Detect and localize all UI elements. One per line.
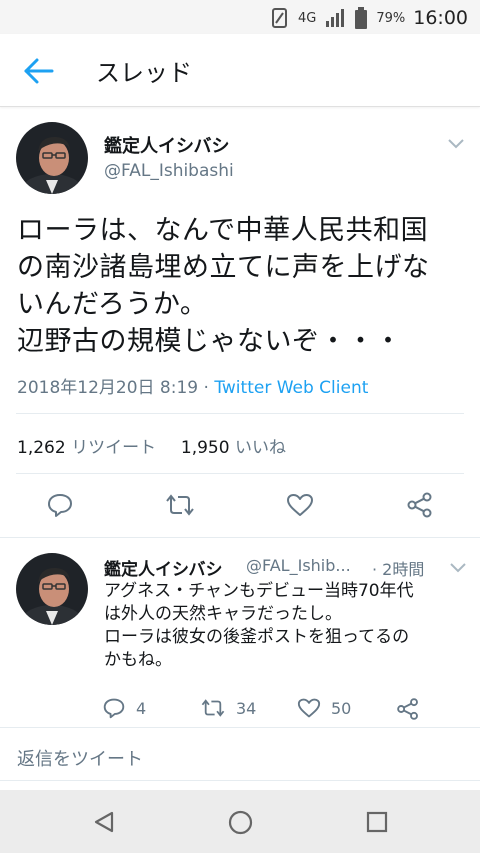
tweet-text-line: いんだろうか。 — [17, 289, 208, 320]
tweet-text: ローラは、なんで中華人民共和国 の南沙諸島埋め立てに声を上げな いんだろうか。 … — [17, 212, 467, 360]
retweet-icon[interactable] — [164, 493, 196, 517]
avatar[interactable] — [16, 122, 88, 194]
reply-text-line: かもね。 — [104, 650, 172, 670]
meta-separator: · — [203, 378, 209, 398]
like-count[interactable]: 1,950 — [181, 438, 230, 458]
battery-icon — [355, 7, 368, 29]
tweet-text-line: ローラは、なんで中華人民共和国 — [17, 215, 429, 246]
share-icon[interactable] — [396, 697, 420, 721]
like-count: 50 — [331, 698, 352, 718]
clock: 16:00 — [413, 7, 468, 29]
author-name[interactable]: 鑑定人イシバシ — [104, 132, 229, 158]
system-nav-bar — [0, 790, 480, 853]
reply-count: 4 — [136, 698, 147, 718]
reply-text-line: は外人の天然キャラだったし。 — [104, 604, 342, 624]
reply-timestamp: · 2時間 — [372, 560, 425, 579]
vibrate-icon — [271, 8, 287, 28]
reply-text-line: アグネス・チャンもデビュー当時70年代 — [104, 581, 414, 601]
app-bar: スレッド — [0, 34, 480, 107]
chevron-down-icon[interactable] — [447, 138, 465, 150]
tweet-stats: 1,262 リツイート 1,950 いいね — [17, 433, 286, 458]
reply-icon[interactable] — [102, 697, 126, 719]
network-type: 4G — [297, 10, 317, 26]
arrow-left-icon[interactable] — [22, 56, 56, 86]
divider — [0, 537, 480, 538]
author-handle[interactable]: @FAL_Ishibashi — [104, 161, 234, 181]
tweet-text-line: の南沙諸島埋め立てに声を上げな — [17, 252, 430, 283]
heart-icon[interactable] — [297, 697, 321, 719]
reply-text-line: ローラは彼女の後釜ポストを狙ってるの — [104, 627, 410, 647]
reply-compose-input[interactable]: 返信をツイート — [17, 745, 143, 771]
avatar[interactable] — [16, 553, 88, 625]
share-icon[interactable] — [406, 491, 434, 519]
tweet-date: 2018年12月20日 8:19 — [17, 378, 199, 398]
like-action[interactable]: 50 — [297, 697, 351, 719]
retweet-count[interactable]: 1,262 — [17, 438, 66, 458]
divider — [0, 780, 480, 781]
retweet-action[interactable]: 34 — [200, 698, 256, 718]
retweet-icon[interactable] — [200, 698, 226, 718]
recents-square-icon[interactable] — [366, 811, 388, 833]
page-title: スレッド — [96, 59, 192, 87]
tweet-meta: 2018年12月20日 8:19 · Twitter Web Client — [17, 373, 368, 398]
retweet-count: 34 — [236, 698, 257, 718]
reply-action[interactable]: 4 — [102, 697, 146, 719]
divider — [16, 413, 464, 414]
reply-text: アグネス・チャンもデビュー当時70年代 は外人の天然キャラだったし。 ローラは彼… — [104, 580, 470, 672]
back-triangle-icon[interactable] — [92, 810, 116, 834]
tweet-text-line: 辺野古の規模じゃないぞ・・・ — [17, 326, 402, 357]
reply-icon[interactable] — [46, 492, 74, 518]
divider — [16, 473, 464, 474]
tweet-client-link[interactable]: Twitter Web Client — [214, 378, 368, 398]
reply-author-handle[interactable]: @FAL_Ishib... — [246, 556, 351, 575]
battery-level: 79% — [376, 10, 406, 26]
signal-icon — [326, 9, 345, 27]
divider — [0, 727, 480, 728]
heart-icon[interactable] — [286, 492, 314, 518]
home-circle-icon[interactable] — [228, 810, 253, 835]
status-icons: 4G 79% 16:00 — [270, 6, 468, 30]
like-label[interactable]: いいね — [235, 438, 286, 458]
status-bar: 4G 79% 16:00 — [0, 0, 480, 34]
retweet-label[interactable]: リツイート — [71, 438, 156, 458]
chevron-down-icon[interactable] — [449, 562, 467, 574]
reply-author-name[interactable]: 鑑定人イシバシ — [104, 555, 223, 580]
